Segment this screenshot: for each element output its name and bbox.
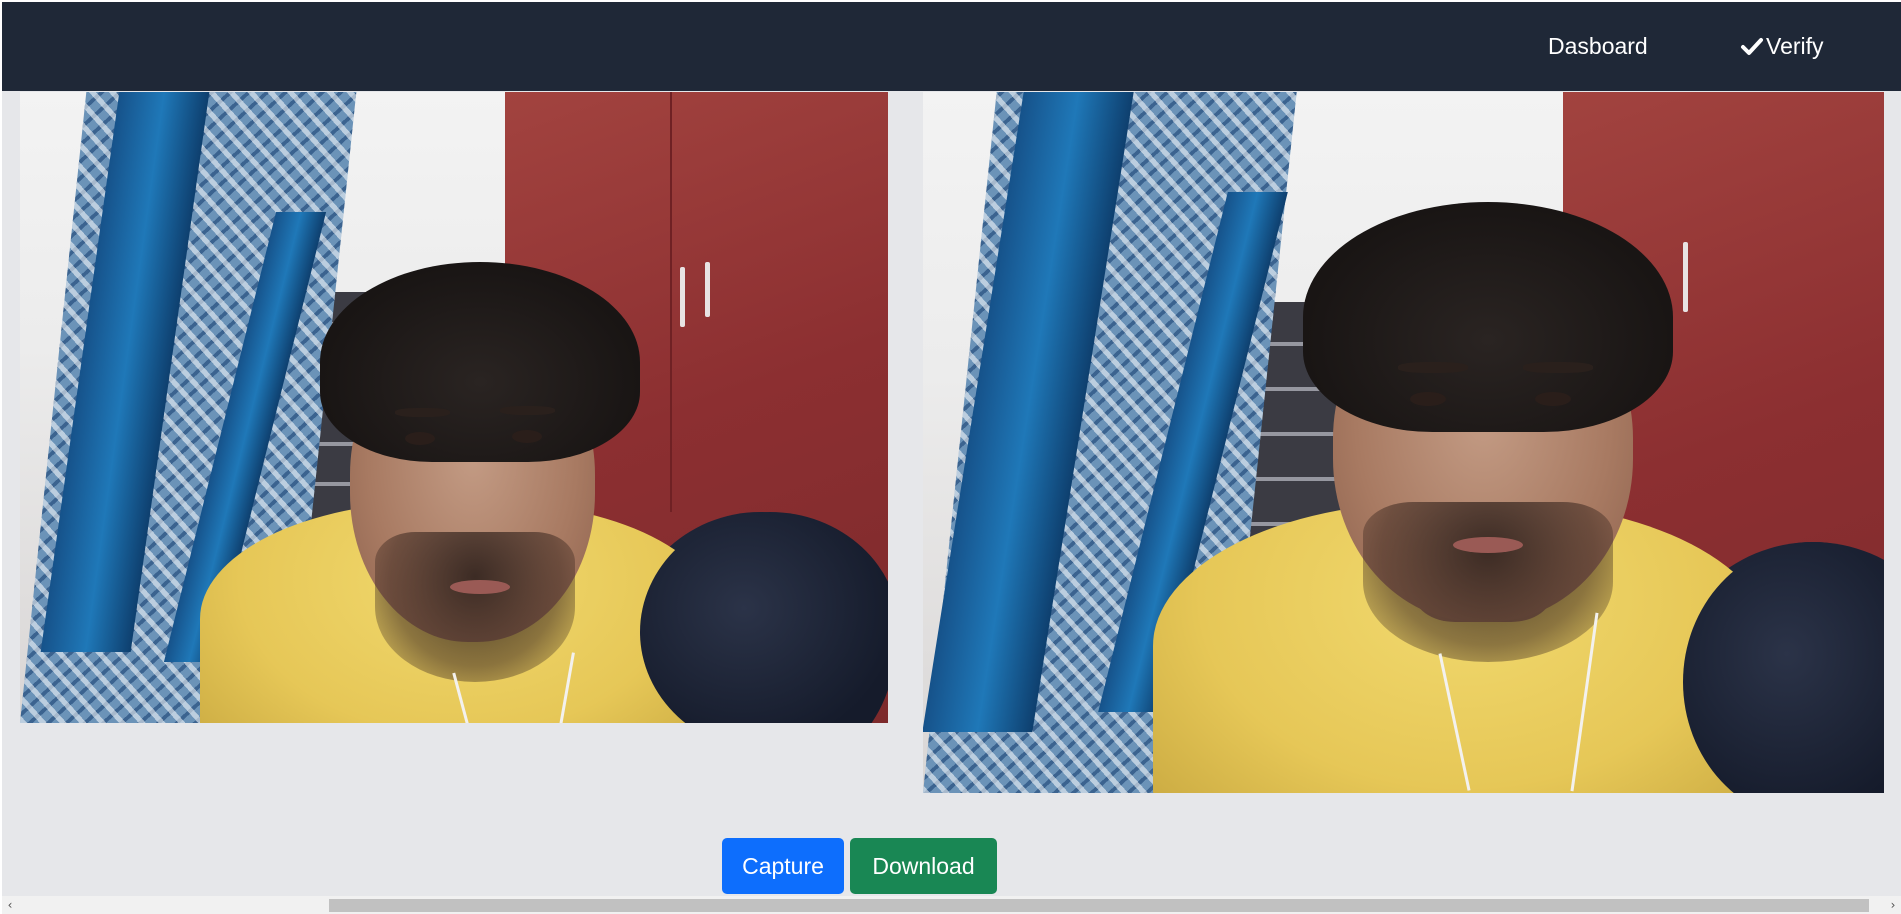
horizontal-scrollbar[interactable]: ‹ ›	[2, 896, 1901, 914]
download-button-label: Download	[872, 852, 975, 879]
nav-link-verify[interactable]: Verify	[1740, 2, 1824, 91]
captured-image	[923, 92, 1884, 793]
nav-verify-label: Verify	[1766, 33, 1824, 59]
check-icon	[1740, 36, 1764, 58]
capture-button-label: Capture	[742, 852, 824, 879]
nav-dashboard-label: Dasboard	[1548, 33, 1648, 59]
scrollbar-thumb[interactable]	[329, 899, 1869, 912]
webcam-video	[20, 92, 888, 723]
page-viewport: Dasboard Verify Capture Download ‹ ›	[2, 2, 1901, 914]
scroll-left-icon[interactable]: ‹	[2, 896, 18, 914]
nav-link-dashboard[interactable]: Dasboard	[1548, 2, 1648, 91]
download-button[interactable]: Download	[850, 838, 997, 894]
scroll-right-icon[interactable]: ›	[1885, 896, 1901, 914]
top-navbar: Dasboard Verify	[2, 2, 1901, 91]
capture-button[interactable]: Capture	[722, 838, 844, 894]
